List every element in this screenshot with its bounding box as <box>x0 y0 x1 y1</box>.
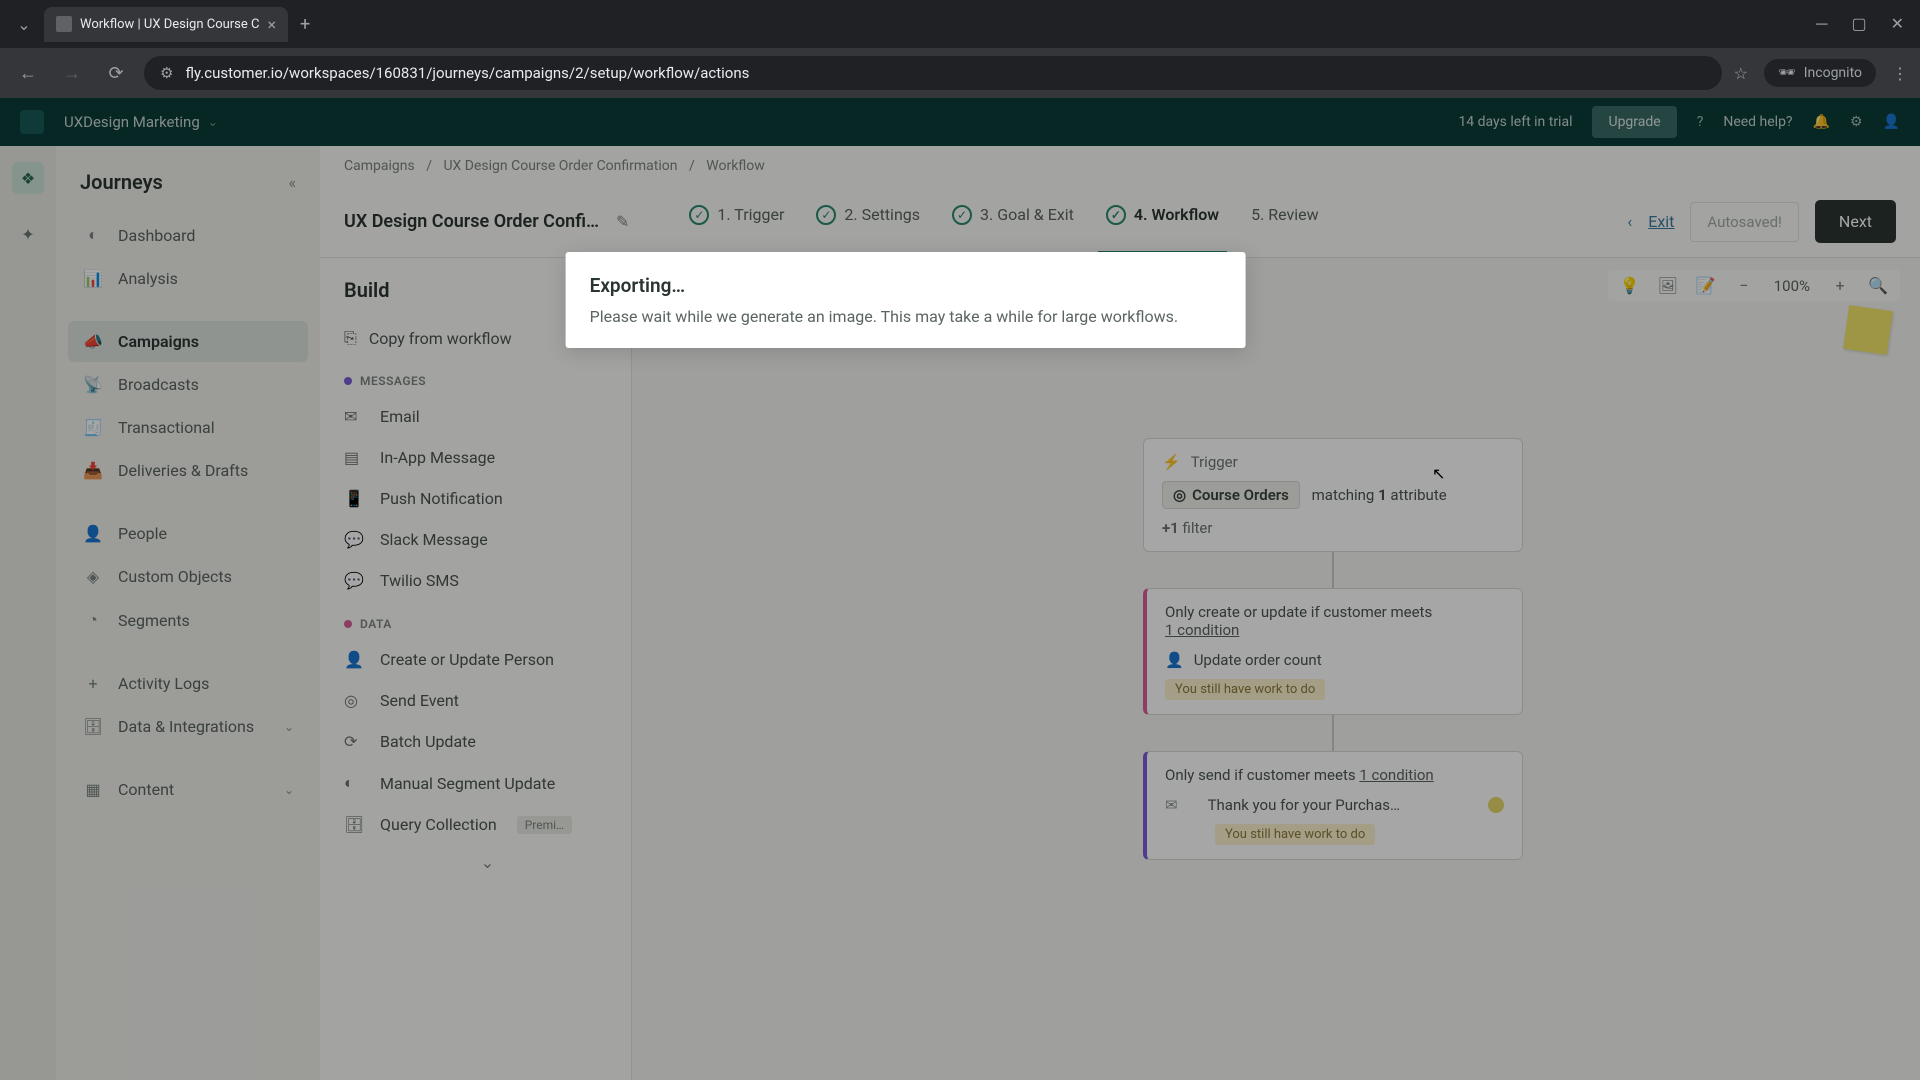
close-window-icon[interactable]: ✕ <box>1891 14 1904 34</box>
reload-button[interactable]: ⟳ <box>100 63 132 84</box>
window-controls: ─ ▢ ✕ <box>1816 14 1912 34</box>
tab-title: Workflow | UX Design Course C <box>80 17 259 32</box>
browser-menu-icon[interactable]: ⋮ <box>1892 64 1908 83</box>
modal-body: Please wait while we generate an image. … <box>590 307 1222 326</box>
new-tab-button[interactable]: + <box>300 14 310 35</box>
site-info-icon[interactable]: ⚙ <box>160 64 173 82</box>
maximize-icon[interactable]: ▢ <box>1851 14 1866 34</box>
bookmark-icon[interactable]: ☆ <box>1734 64 1748 83</box>
tab-favicon-icon <box>56 16 72 32</box>
incognito-badge[interactable]: 🕶 Incognito <box>1764 59 1876 87</box>
address-bar[interactable]: ⚙ fly.customer.io/workspaces/160831/jour… <box>144 56 1722 90</box>
browser-nav-bar: ← → ⟳ ⚙ fly.customer.io/workspaces/16083… <box>0 48 1920 98</box>
tab-search-dropdown[interactable]: ⌄ <box>8 8 40 40</box>
minimize-icon[interactable]: ─ <box>1816 14 1827 34</box>
incognito-label: Incognito <box>1804 65 1862 81</box>
back-button[interactable]: ← <box>12 63 44 84</box>
mouse-cursor-icon: ↖ <box>1432 464 1445 483</box>
exporting-modal: Exporting… Please wait while we generate… <box>566 252 1246 348</box>
url-text: fly.customer.io/workspaces/160831/journe… <box>185 64 749 82</box>
browser-tab-strip: ⌄ Workflow | UX Design Course C × + ─ ▢ … <box>0 0 1920 48</box>
forward-button[interactable]: → <box>56 63 88 84</box>
incognito-icon: 🕶 <box>1778 65 1796 81</box>
modal-title: Exporting… <box>590 274 1222 297</box>
modal-backdrop[interactable] <box>0 98 1920 1080</box>
tab-close-icon[interactable]: × <box>267 15 276 34</box>
browser-tab[interactable]: Workflow | UX Design Course C × <box>44 7 288 42</box>
